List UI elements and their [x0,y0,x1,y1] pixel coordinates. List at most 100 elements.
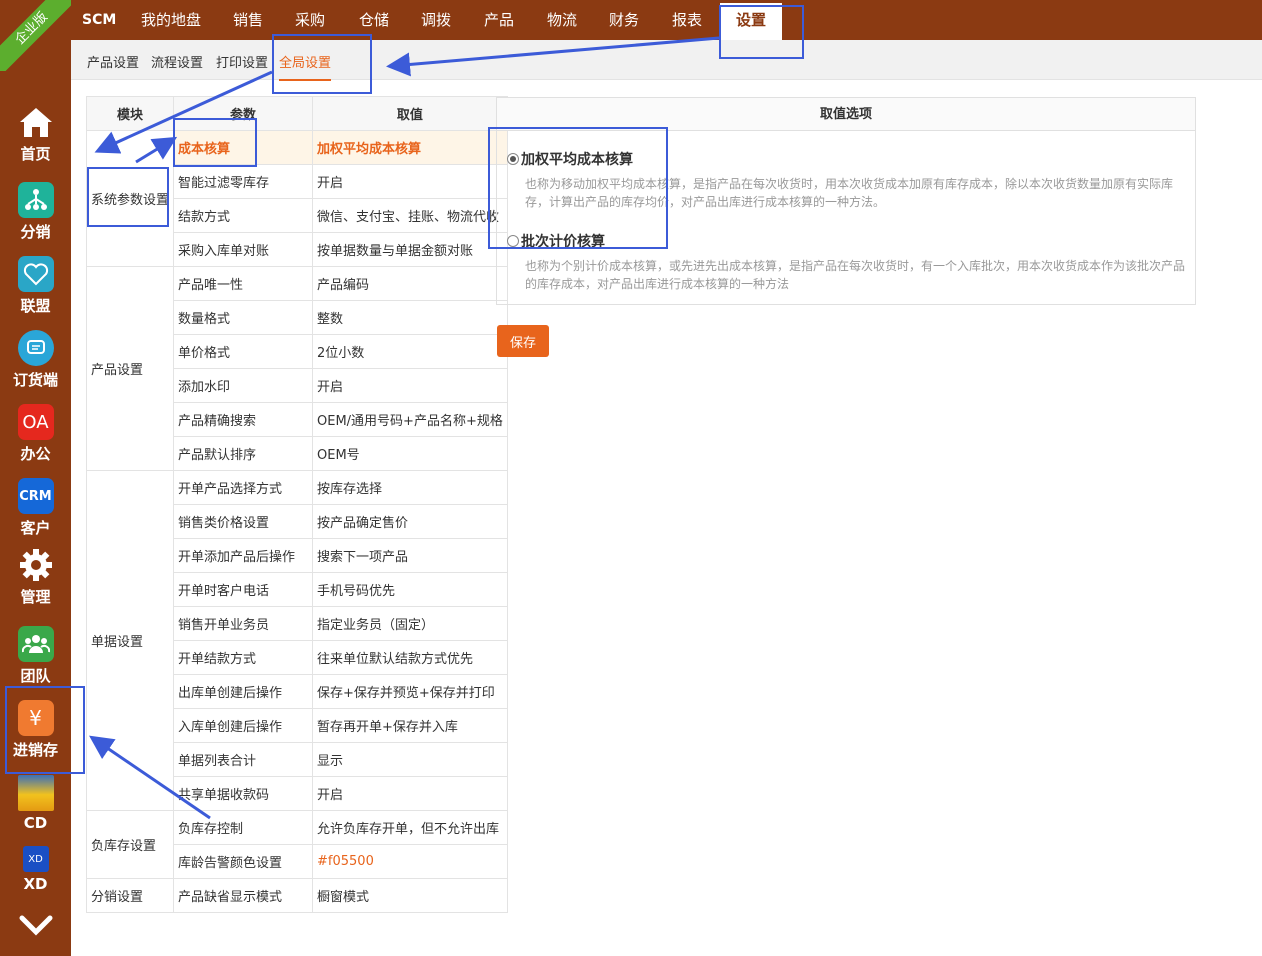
param-cell[interactable]: 添加水印 [173,368,314,403]
sidebar-item-label: 联盟 [20,297,51,315]
radio-checked-icon[interactable] [507,153,519,165]
nav-item-transfer[interactable]: 调拨 [421,0,451,40]
sidebar-item-distribution[interactable]: 分销 [0,182,71,242]
nav-item-mine[interactable]: 我的地盘 [141,0,201,40]
sidebar-item-team[interactable]: 团队 [0,626,71,686]
home-icon [18,104,54,140]
sidebar-more-button[interactable] [0,912,71,940]
value-cell[interactable]: 橱窗模式 [312,878,508,913]
option-description: 也称为个别计价成本核算，或先进先出成本核算，是指产品在每次收货时，有一个入库批次… [525,259,1186,291]
value-cell[interactable]: 搜索下一项产品 [312,538,508,573]
sidebar-item-office[interactable]: OA 办公 [0,404,71,464]
value-cell[interactable]: 开启 [312,776,508,811]
value-cell[interactable]: 开启 [312,368,508,403]
param-cell[interactable]: 产品默认排序 [173,436,314,471]
param-cell[interactable]: 智能过滤零库存 [173,164,314,199]
param-cell[interactable]: 数量格式 [173,300,314,335]
param-cell[interactable]: 开单添加产品后操作 [173,538,314,573]
module-cell: 单据设置 [85,470,175,811]
value-cell[interactable]: 按单据数量与单据金额对账 [312,232,508,267]
sidebar-item-customer[interactable]: CRM 客户 [0,478,71,538]
value-cell[interactable]: 产品编码 [312,266,508,301]
left-sidebar: 企业版 首页 分销 联盟 订货端 OA 办公 CRM 客户 管理 团队 ¥ 进销… [0,0,71,956]
nav-item-sales[interactable]: 销售 [233,0,263,40]
table-row[interactable]: 单据设置 开单产品选择方式 按库存选择 [85,470,508,811]
sidebar-item-xd[interactable]: XD XD [0,846,71,893]
value-options-panel: 取值选项 加权平均成本核算 也称为移动加权平均成本核算，是指产品在每次收货时，用… [496,97,1196,305]
value-cell[interactable]: 加权平均成本核算 [312,130,508,165]
value-cell[interactable]: 暂存再开单+保存并入库 [312,708,508,743]
nav-item-settings[interactable]: 设置 [720,3,783,41]
sidebar-item-home[interactable]: 首页 [0,104,71,164]
param-cell[interactable]: 产品精确搜索 [173,402,314,437]
option-weighted-average[interactable]: 加权平均成本核算 也称为移动加权平均成本核算，是指产品在每次收货时，用本次收货成… [507,149,1185,211]
param-cell[interactable]: 开单时客户电话 [173,572,314,607]
value-cell[interactable]: 整数 [312,300,508,335]
value-cell[interactable]: 显示 [312,742,508,777]
edition-badge: 企业版 [0,0,71,71]
nav-item-finance[interactable]: 财务 [609,0,639,40]
value-cell[interactable]: 保存+保存并预览+保存并打印 [312,674,508,709]
crm-icon: CRM [17,478,54,514]
column-header-value: 取值 [312,96,508,131]
param-cell[interactable]: 产品缺省显示模式 [173,878,314,913]
param-cell[interactable]: 负库存控制 [173,810,314,845]
param-cell[interactable]: 入库单创建后操作 [173,708,314,743]
value-cell[interactable]: 微信、支付宝、挂账、物流代收 [312,198,508,233]
option-batch-pricing[interactable]: 批次计价核算 也称为个别计价成本核算，或先进先出成本核算，是指产品在每次收货时，… [507,231,1185,293]
sidebar-item-label: 首页 [20,145,51,163]
subnav-flow-settings[interactable]: 流程设置 [151,52,203,71]
param-cell[interactable]: 销售类价格设置 [173,504,314,539]
param-cell[interactable]: 成本核算 [173,130,314,165]
param-cell[interactable]: 单据列表合计 [173,742,314,777]
value-cell[interactable]: 2位小数 [312,334,508,369]
sidebar-item-manage[interactable]: 管理 [0,547,71,607]
nav-item-logistics[interactable]: 物流 [547,0,577,40]
option-description: 也称为移动加权平均成本核算，是指产品在每次收货时，用本次收货成本加原有库存成本，… [525,177,1174,209]
sidebar-item-label: XD [23,875,48,893]
param-cell[interactable]: 共享单据收款码 [173,776,314,811]
param-cell[interactable]: 出库单创建后操作 [173,674,314,709]
subnav-global-settings[interactable]: 全局设置 [279,52,332,81]
sidebar-item-alliance[interactable]: 联盟 [0,256,71,316]
value-cell[interactable]: #f05500 [312,844,508,879]
value-cell[interactable]: 按库存选择 [312,470,508,505]
value-cell[interactable]: 允许负库存开单，但不允许出库 [312,810,508,845]
save-button[interactable]: 保存 [497,325,549,357]
param-cell[interactable]: 产品唯一性 [173,266,314,301]
table-row[interactable]: 产品设置 产品唯一性 产品编码 [85,266,508,471]
nav-item-report[interactable]: 报表 [672,0,702,40]
value-cell[interactable]: OEM号 [312,436,508,471]
sidebar-item-label: 分销 [20,223,51,241]
subnav-product-settings[interactable]: 产品设置 [87,52,139,71]
param-cell[interactable]: 开单产品选择方式 [173,470,314,505]
table-row[interactable]: 负库存设置 负库存控制 允许负库存开单，但不允许出库 [85,810,508,879]
param-cell[interactable]: 单价格式 [173,334,314,369]
nav-scm[interactable]: SCM [82,0,116,40]
module-cell: 系统参数设置 [85,130,175,267]
param-cell[interactable]: 开单结款方式 [173,640,314,675]
value-cell[interactable]: 手机号码优先 [312,572,508,607]
table-row[interactable]: 系统参数设置 成本核算 加权平均成本核算 [85,130,508,267]
value-cell[interactable]: 往来单位默认结款方式优先 [312,640,508,675]
value-cell[interactable]: 指定业务员（固定） [312,606,508,641]
param-cell[interactable]: 销售开单业务员 [173,606,314,641]
param-cell[interactable]: 结款方式 [173,198,314,233]
nav-item-purchase[interactable]: 采购 [295,0,325,40]
sidebar-item-order[interactable]: 订货端 [0,330,71,390]
nav-item-product[interactable]: 产品 [484,0,514,40]
value-cell[interactable]: 开启 [312,164,508,199]
value-cell[interactable]: 按产品确定售价 [312,504,508,539]
sidebar-item-label: 进销存 [12,741,58,759]
yen-icon: ¥ [17,700,54,736]
nav-item-warehouse[interactable]: 仓储 [359,0,389,40]
sidebar-item-label: 客户 [20,519,51,537]
value-cell[interactable]: OEM/通用号码+产品名称+规格 [312,402,508,437]
sidebar-item-cd[interactable]: CD [0,775,71,832]
subnav-print-settings[interactable]: 打印设置 [216,52,268,71]
radio-unchecked-icon[interactable] [507,235,519,247]
sidebar-item-inventory[interactable]: ¥ 进销存 [0,700,71,760]
param-cell[interactable]: 采购入库单对账 [173,232,314,267]
table-row[interactable]: 分销设置 产品缺省显示模式 橱窗模式 [85,878,508,913]
param-cell[interactable]: 库龄告警颜色设置 [173,844,314,879]
